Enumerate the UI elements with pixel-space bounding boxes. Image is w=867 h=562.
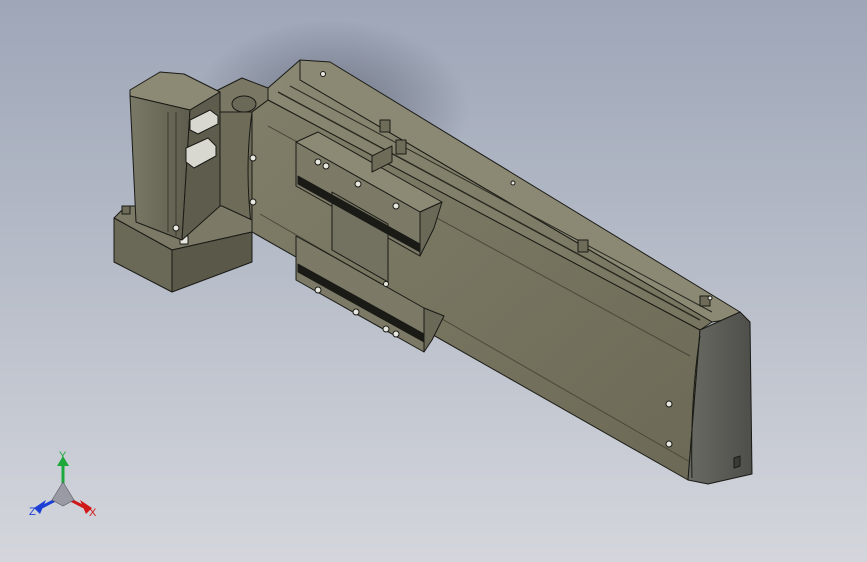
body-screw-1: [249, 154, 257, 162]
triad-x-label: X: [89, 507, 97, 519]
cad-3d-viewport[interactable]: Y X Z: [0, 0, 867, 562]
body-screw-4: [665, 440, 673, 448]
triad-y-label: Y: [59, 450, 67, 462]
motor-front: [129, 95, 191, 241]
triad-center-icon: [51, 481, 75, 507]
carriage-screw-4: [392, 202, 400, 210]
carriage-screw-3: [354, 180, 362, 188]
triad-z-label: Z: [29, 506, 36, 518]
end-cap-notch: [733, 455, 741, 469]
carriage-screw-8: [392, 330, 400, 338]
model-canvas[interactable]: Y X Z: [0, 0, 867, 562]
carriage-screw-6: [352, 308, 360, 316]
orientation-triad[interactable]: Y X Z: [29, 450, 97, 519]
carriage-screw-7: [382, 325, 390, 333]
carriage-screw-2: [322, 162, 330, 170]
body-screw-2: [249, 198, 257, 206]
rail-bracket-2: [577, 239, 589, 253]
rail-hole-1: [320, 71, 326, 77]
motor-base-nut: [121, 205, 131, 215]
rail-hole-3: [707, 295, 713, 301]
coupling-bore: [231, 95, 257, 113]
carriage-screw-1: [314, 158, 322, 166]
carriage-screw-5: [314, 286, 322, 294]
rail-hole-2: [510, 180, 516, 186]
body-screw-3: [665, 400, 673, 408]
carriage-bracket-block: [395, 139, 407, 155]
motor-screw: [172, 224, 180, 232]
rail-bracket-1: [379, 119, 391, 133]
carriage-screw-9: [383, 281, 389, 287]
